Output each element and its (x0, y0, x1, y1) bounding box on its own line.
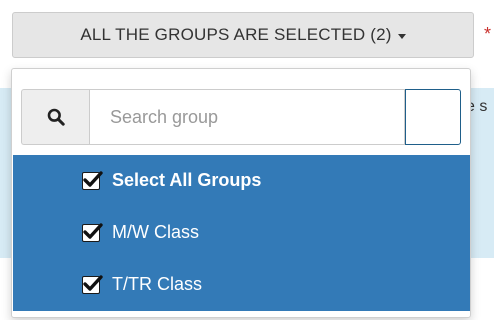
group-select-button[interactable]: ALL THE GROUPS ARE SELECTED (2) (12, 12, 474, 58)
group-search (21, 89, 461, 145)
group-dropdown-menu: Select All Groups M/W Class T/TR Class (11, 68, 471, 318)
search-icon (47, 108, 65, 126)
search-group-input[interactable] (89, 89, 405, 145)
search-clear-button[interactable] (405, 89, 461, 145)
checkmark-icon (83, 223, 103, 239)
checkmark-icon (83, 275, 103, 291)
option-label: Select All Groups (112, 170, 262, 190)
option-label: M/W Class (112, 222, 199, 242)
search-addon (21, 89, 89, 145)
checkbox[interactable] (82, 223, 103, 242)
checkbox[interactable] (82, 171, 103, 190)
option-m-w-class[interactable]: M/W Class (13, 207, 470, 259)
caret-down-icon (397, 33, 406, 39)
option-select-all-groups[interactable]: Select All Groups (13, 155, 470, 207)
checkmark-icon (83, 171, 103, 187)
option-t-tr-class[interactable]: T/TR Class (13, 259, 470, 311)
group-select-label: ALL THE GROUPS ARE SELECTED (2) (80, 25, 392, 44)
group-options-list: Select All Groups M/W Class T/TR Class (13, 155, 470, 311)
option-label: T/TR Class (112, 274, 202, 294)
required-marker: * (484, 24, 492, 44)
checkbox[interactable] (82, 275, 103, 294)
